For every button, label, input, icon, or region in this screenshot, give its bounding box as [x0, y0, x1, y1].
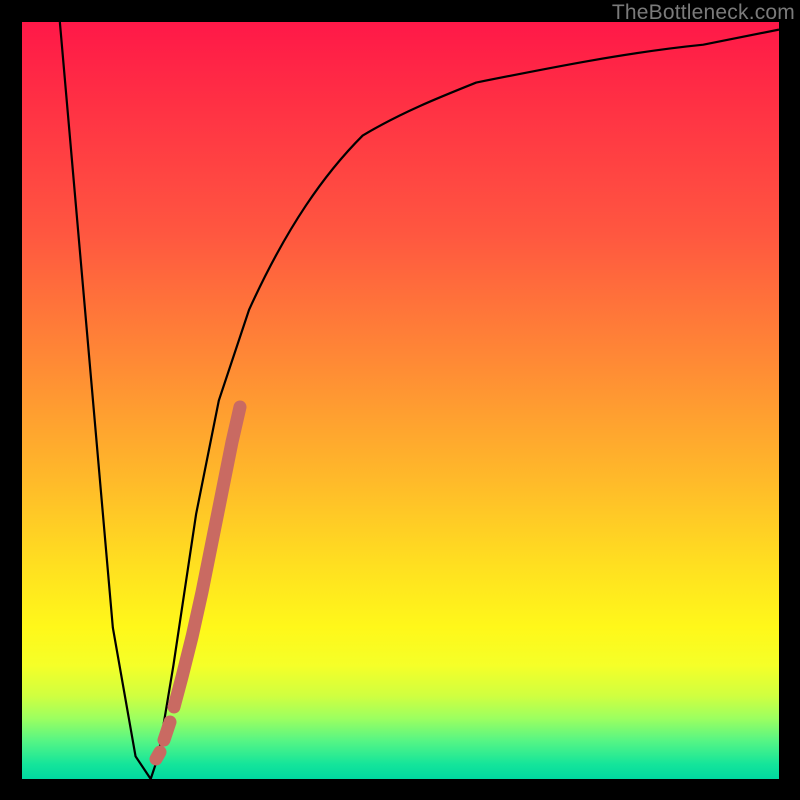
highlight-dot-1 — [156, 752, 160, 759]
chart-container: TheBottleneck.com — [0, 0, 800, 800]
chart-svg — [22, 22, 779, 779]
highlight-dot-2 — [164, 722, 170, 740]
highlight-stroke — [174, 407, 240, 707]
bottleneck-curve-path — [60, 22, 779, 779]
watermark-text: TheBottleneck.com — [612, 1, 795, 25]
plot-area — [22, 22, 779, 779]
highlight-segment — [156, 407, 240, 759]
